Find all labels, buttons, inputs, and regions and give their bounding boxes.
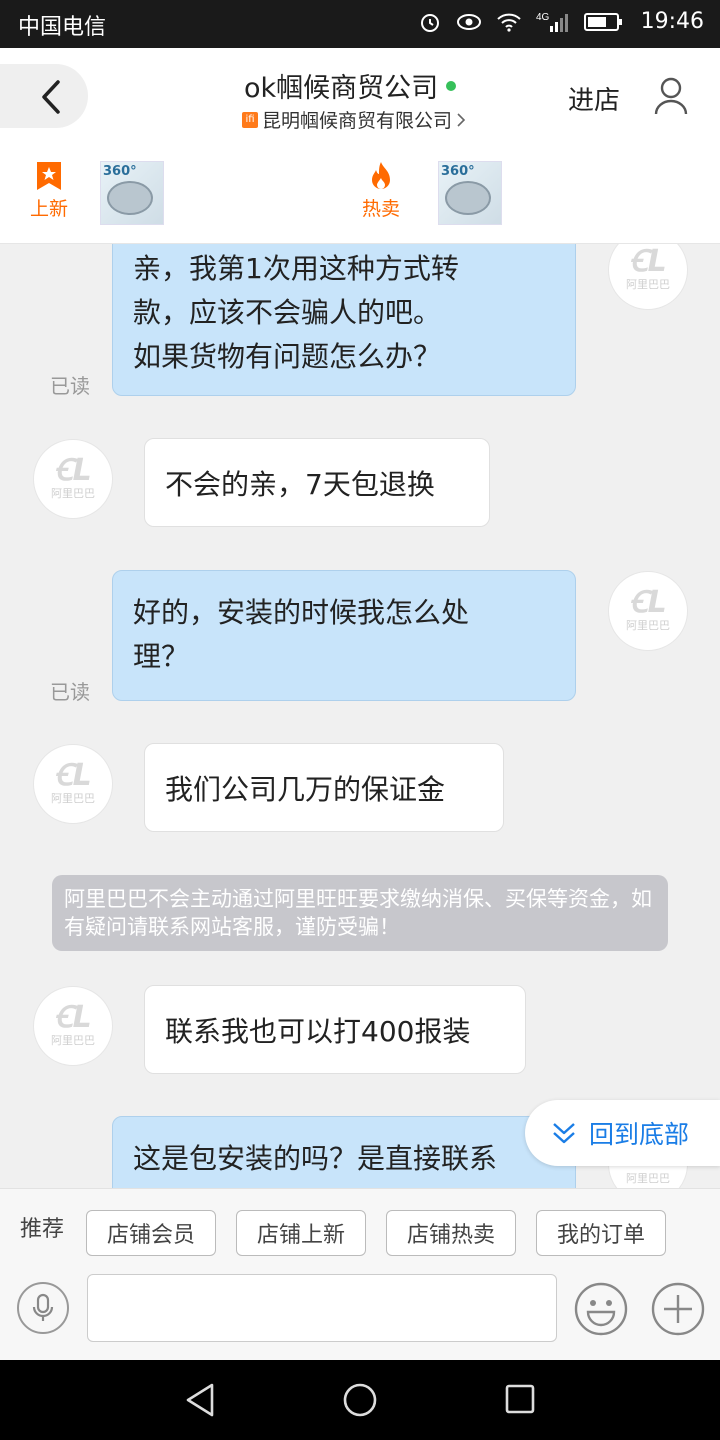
thumbnail-label: 360°	[103, 164, 137, 179]
avatar-brand: 阿里巴巴	[626, 1172, 670, 1185]
eye-icon	[457, 14, 481, 30]
voice-input-button[interactable]	[17, 1282, 69, 1334]
tab-new-label: 上新	[30, 198, 69, 220]
tab-hot-label: 热卖	[362, 198, 401, 220]
signal-icon: 4G	[536, 12, 568, 32]
message-line: 这是包安装的吗？是直接联系	[133, 1142, 498, 1175]
alarm-icon	[421, 14, 439, 32]
microphone-icon	[32, 1293, 54, 1321]
input-bar	[0, 1268, 720, 1360]
company-badge-icon: ifi	[242, 111, 258, 128]
recommend-label: 推荐	[20, 1217, 65, 1242]
avatar-logo: ꞒL	[629, 585, 667, 620]
avatar[interactable]: ꞒL 阿里巴巴	[33, 744, 113, 824]
message-line: 款，应该不会骗人的吧。	[133, 296, 442, 329]
avatar-brand: 阿里巴巴	[51, 792, 95, 805]
tab-hot-sales[interactable]: 热卖	[362, 160, 400, 221]
plus-icon[interactable]	[651, 1282, 705, 1336]
message-line: 亲，我第1次用这种方式转	[133, 252, 459, 285]
message-input[interactable]	[87, 1274, 557, 1342]
outgoing-message[interactable]: 这是包安装的吗？是直接联系	[112, 1116, 576, 1188]
fire-icon	[372, 162, 390, 189]
outgoing-message[interactable]: 亲，我第1次用这种方式转 款，应该不会骗人的吧。 如果货物有问题怎么办？	[112, 244, 576, 396]
promo-bar: 上新 360° 热卖 360°	[0, 144, 720, 244]
read-status: 已读	[50, 680, 90, 704]
thumbnail-label: 360°	[441, 164, 475, 179]
bookmark-star-icon	[37, 162, 61, 190]
online-status-dot	[446, 80, 457, 91]
incoming-message[interactable]: 不会的亲，7天包退换	[144, 438, 490, 527]
user-profile-icon[interactable]	[653, 76, 689, 116]
chat-header: ok帼候商贸公司 ifi 昆明帼候商贸有限公司 进店	[0, 48, 720, 145]
svg-text:4G: 4G	[536, 12, 550, 23]
fan-image	[107, 181, 153, 215]
read-status: 已读	[50, 374, 90, 398]
message-line: 如果货物有问题怎么办？	[133, 340, 442, 373]
outgoing-message[interactable]: 好的，安装的时候我怎么处 理？	[112, 570, 576, 701]
avatar[interactable]: ꞒL 阿里巴巴	[33, 986, 113, 1066]
avatar[interactable]: ꞒL 阿里巴巴	[33, 439, 113, 519]
chip-my-orders[interactable]: 我的订单	[536, 1210, 666, 1256]
avatar-logo: ꞒL	[54, 1000, 92, 1035]
product-thumbnail[interactable]: 360°	[438, 161, 502, 225]
back-to-bottom-label: 回到底部	[589, 1120, 690, 1149]
product-thumbnail[interactable]: 360°	[100, 161, 164, 225]
tab-new-arrivals[interactable]: 上新	[30, 160, 68, 221]
fan-image	[445, 181, 491, 215]
recommend-bar: 推荐 店铺会员 店铺上新 店铺热卖 我的订单	[0, 1188, 720, 1269]
chip-shop-new[interactable]: 店铺上新	[236, 1210, 366, 1256]
avatar[interactable]: ꞒL 阿里巴巴	[608, 244, 688, 310]
chat-title: ok帼候商贸公司	[244, 66, 457, 105]
avatar-brand: 阿里巴巴	[51, 487, 95, 500]
clock: 19:46	[640, 9, 704, 34]
message-line: 理？	[133, 640, 190, 673]
avatar-brand: 阿里巴巴	[626, 619, 670, 632]
status-icons: 4G	[418, 10, 624, 34]
shop-name: ok帼候商贸公司	[244, 73, 439, 104]
chip-shop-hot[interactable]: 店铺热卖	[386, 1210, 516, 1256]
carrier-name: 中国电信	[18, 15, 107, 40]
double-chevron-down-icon	[553, 1123, 575, 1144]
chip-shop-member[interactable]: 店铺会员	[86, 1210, 216, 1256]
incoming-message[interactable]: 我们公司几万的保证金	[144, 743, 504, 832]
avatar-brand: 阿里巴巴	[626, 278, 670, 291]
company-link[interactable]: ifi 昆明帼候商贸有限公司	[242, 106, 466, 133]
system-nav-bar	[0, 1360, 720, 1440]
back-triangle-icon[interactable]	[184, 1382, 216, 1418]
emoji-icon[interactable]	[574, 1282, 628, 1336]
avatar-logo: ꞒL	[54, 758, 92, 793]
system-warning-notice: 阿里巴巴不会主动通过阿里旺旺要求缴纳消保、买保等资金，如有疑问请联系网站客服，谨…	[52, 875, 668, 951]
message-line: 好的，安装的时候我怎么处	[133, 596, 470, 629]
incoming-message[interactable]: 联系我也可以打400报装	[144, 985, 526, 1074]
avatar[interactable]: ꞒL 阿里巴巴	[608, 571, 688, 651]
enter-shop-button[interactable]: 进店	[568, 80, 620, 117]
chevron-left-icon	[42, 80, 60, 114]
chat-messages[interactable]: 亲，我第1次用这种方式转 款，应该不会骗人的吧。 如果货物有问题怎么办？ 已读 …	[0, 244, 720, 1188]
battery-icon	[584, 13, 622, 31]
avatar-logo: ꞒL	[629, 244, 667, 279]
avatar-brand: 阿里巴巴	[51, 1034, 95, 1047]
wifi-icon	[497, 13, 521, 32]
home-circle-icon[interactable]	[342, 1382, 378, 1418]
back-button[interactable]	[0, 64, 88, 128]
back-to-bottom-button[interactable]: 回到底部	[525, 1100, 720, 1166]
company-name: 昆明帼候商贸有限公司	[262, 110, 453, 132]
avatar-logo: ꞒL	[54, 453, 92, 488]
chevron-right-icon	[457, 112, 466, 127]
status-bar: 中国电信 4G 19:46	[0, 0, 720, 48]
recent-apps-icon[interactable]	[504, 1383, 536, 1415]
